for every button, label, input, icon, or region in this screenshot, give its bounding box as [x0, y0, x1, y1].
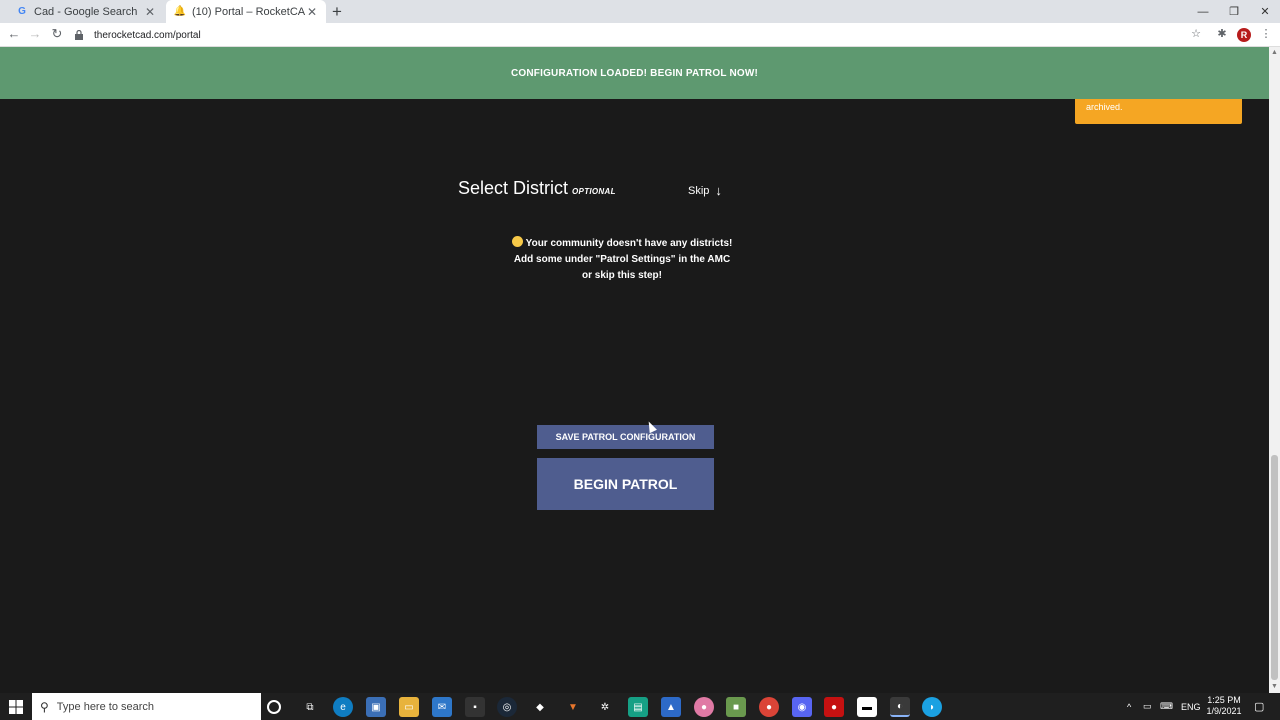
file-explorer-icon[interactable]: ▭ — [399, 697, 419, 717]
sad-face-icon — [511, 236, 523, 247]
taskbar-clock[interactable]: 1:25 PM 1/9/2021 — [1200, 695, 1248, 717]
app-icon[interactable]: ▤ — [628, 697, 648, 717]
address-bar[interactable]: therocketcad.com/portal — [74, 26, 1210, 44]
tab-bar: G Cad - Google Search ✕ 🔔 (10) Portal – … — [0, 0, 1280, 23]
url-text: therocketcad.com/portal — [94, 29, 201, 41]
search-placeholder: Type here to search — [56, 700, 155, 713]
lock-icon — [74, 30, 84, 40]
page-content: CONFIGURATION LOADED! BEGIN PATROL NOW! … — [0, 47, 1269, 693]
new-tab-button[interactable]: + — [332, 2, 342, 22]
close-tab-icon[interactable]: ✕ — [306, 5, 318, 19]
close-tab-icon[interactable]: ✕ — [144, 5, 156, 19]
minecraft-icon[interactable]: ■ — [726, 697, 746, 717]
browser-toolbar: ← → ↻ therocketcad.com/portal ☆ ✱ ⋮ — [0, 23, 1280, 47]
close-window-icon[interactable]: ✕ — [1250, 0, 1280, 23]
tab-google-search[interactable]: G Cad - Google Search ✕ — [8, 0, 164, 23]
bell-icon: 🔔 — [173, 6, 187, 17]
edge-icon[interactable]: e — [333, 697, 353, 717]
page-scrollbar[interactable]: ▲ ▼ — [1269, 47, 1280, 693]
skip-label: Skip — [688, 184, 710, 197]
scrollbar-thumb[interactable] — [1271, 455, 1278, 680]
show-hidden-icons-icon[interactable]: ^ — [1127, 693, 1131, 720]
minimize-icon[interactable]: — — [1188, 0, 1218, 23]
app-icon[interactable]: ▼ — [563, 697, 583, 717]
windows-start-icon[interactable] — [0, 693, 32, 720]
app-icon[interactable]: ▪ — [465, 697, 485, 717]
chrome-active-icon[interactable]: ◐ — [890, 697, 910, 717]
task-view-icon[interactable]: ⧉ — [300, 697, 320, 717]
steam-icon[interactable]: ◎ — [497, 697, 517, 717]
app-icon[interactable]: ● — [694, 697, 714, 717]
chrome-icon[interactable]: ● — [759, 697, 779, 717]
scroll-down-icon[interactable]: ▼ — [1269, 683, 1280, 690]
back-icon[interactable]: ← — [5, 26, 23, 41]
tab-title: (10) Portal – RocketCAD — [192, 5, 306, 18]
profile-avatar[interactable]: R — [1237, 28, 1251, 42]
google-icon: G — [18, 6, 26, 17]
taskbar-search-box[interactable]: ⚲ Type here to search — [32, 693, 261, 720]
page-title: Select District — [458, 178, 569, 198]
tab-title: Cad - Google Search — [34, 5, 138, 18]
extensions-icon[interactable]: ✱ — [1214, 27, 1230, 40]
menu-icon[interactable]: ⋮ — [1258, 27, 1274, 40]
among-us-icon[interactable]: ● — [824, 697, 844, 717]
search-icon: ⚲ — [40, 699, 49, 714]
app-icon[interactable]: ✲ — [595, 697, 615, 717]
language-indicator[interactable]: ENG — [1181, 693, 1201, 720]
photos-icon[interactable]: ▲ — [661, 697, 681, 717]
no-districts-message: Your community doesn't have any district… — [510, 236, 734, 284]
keyboard-icon[interactable]: ⌨ — [1160, 693, 1173, 720]
app-icon[interactable]: ◆ — [530, 697, 550, 717]
clock-date: 1/9/2021 — [1206, 706, 1242, 716]
arrow-down-icon: ↓ — [715, 183, 722, 198]
optional-label: OPTIONAL — [572, 187, 616, 196]
windows-taskbar: ⚲ Type here to search ⧉ e ▣ ▭ ✉ ▪ ◎ ◆ ▼ … — [0, 693, 1280, 720]
network-icon[interactable]: ▭ — [1143, 693, 1152, 720]
store-icon[interactable]: ▣ — [366, 697, 386, 717]
district-heading: Select District OPTIONAL — [458, 178, 616, 199]
message-text: Your community doesn't have any district… — [513, 238, 733, 281]
notifications-icon[interactable]: ▢ — [1254, 693, 1264, 720]
bookmark-star-icon[interactable]: ☆ — [1188, 27, 1204, 40]
scroll-up-icon[interactable]: ▲ — [1269, 49, 1280, 56]
reload-icon[interactable]: ↻ — [48, 26, 66, 42]
app-icon[interactable]: ◗ — [922, 697, 942, 717]
mail-icon[interactable]: ✉ — [432, 697, 452, 717]
app-icon[interactable]: ▬ — [857, 697, 877, 717]
begin-patrol-button[interactable]: BEGIN PATROL — [537, 458, 714, 510]
restore-icon[interactable]: ❐ — [1219, 0, 1249, 23]
tab-portal[interactable]: 🔔 (10) Portal – RocketCAD ✕ — [166, 0, 326, 23]
notification-toast[interactable]: archived. — [1075, 99, 1242, 124]
forward-icon[interactable]: → — [26, 26, 44, 41]
config-loaded-banner: CONFIGURATION LOADED! BEGIN PATROL NOW! — [0, 47, 1269, 99]
skip-button[interactable]: Skip ↓ — [688, 183, 722, 198]
clock-time: 1:25 PM — [1207, 695, 1241, 705]
cortana-icon[interactable] — [267, 700, 281, 714]
discord-icon[interactable]: ◉ — [792, 697, 812, 717]
save-patrol-configuration-button[interactable]: SAVE PATROL CONFIGURATION — [537, 425, 714, 449]
